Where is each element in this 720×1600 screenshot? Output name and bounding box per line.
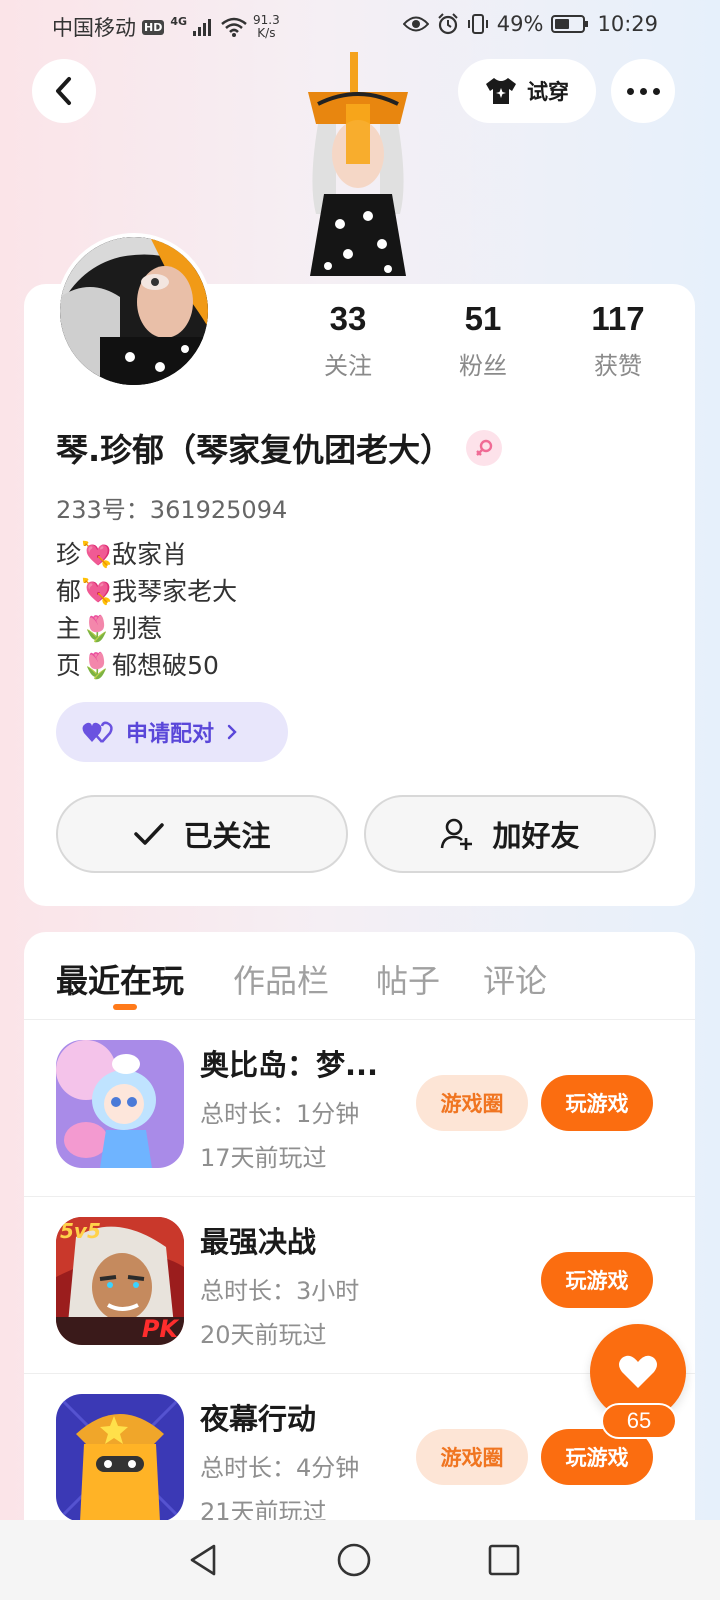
try-on-label: 试穿	[527, 80, 569, 104]
game-last-played: 17天前玩过	[200, 1144, 327, 1172]
tab-bar: 最近在玩 作品栏 帖子 评论	[24, 932, 695, 1020]
network-label: 4G	[170, 14, 188, 28]
game-duration: 总时长：3小时	[200, 1277, 360, 1305]
add-user-icon	[441, 818, 473, 850]
following-button[interactable]: 已关注	[56, 795, 348, 873]
followers-count: 51	[464, 300, 502, 337]
add-friend-button[interactable]: 加好友	[364, 795, 656, 873]
carrier-label: 中国移动	[52, 16, 136, 40]
tab-indicator	[113, 1004, 137, 1010]
net-speed: 91.3 K/s	[253, 13, 280, 40]
following-label: 关注	[324, 352, 372, 380]
following-button-label: 已关注	[183, 819, 271, 853]
game-icon-zuiqiang[interactable]: 5v5 PK	[56, 1217, 184, 1345]
following-count: 33	[329, 300, 367, 337]
game-circle-button[interactable]: 游戏圈	[416, 1075, 528, 1131]
alarm-icon	[438, 13, 458, 35]
avatar[interactable]	[56, 233, 212, 389]
stat-followers[interactable]: 51 粉丝	[423, 300, 543, 381]
vibrate-icon	[467, 14, 488, 34]
recent-games-card: 最近在玩 作品栏 帖子 评论 奥比岛：梦... 总时长：1分钟 17天前玩过 游…	[24, 932, 695, 1600]
check-icon	[134, 823, 165, 845]
hd-badge: HD	[142, 19, 165, 35]
status-bar: 中国移动 HD 4G 91.3 K/s 49% 10:29	[0, 0, 720, 50]
username-text: 琴.珍郁（琴家复仇团老大）	[56, 431, 453, 469]
eye-icon	[402, 16, 429, 32]
add-friend-label: 加好友	[492, 819, 580, 853]
game-icon-yemu[interactable]	[56, 1394, 184, 1522]
recents-square-icon[interactable]	[486, 1542, 522, 1578]
chevron-left-icon	[56, 77, 71, 105]
game-duration: 总时长：1分钟	[200, 1100, 360, 1128]
tab-posts[interactable]: 帖子	[376, 956, 440, 1002]
more-icon	[626, 87, 660, 95]
game-title: 奥比岛：梦...	[200, 1048, 379, 1082]
likes-label: 获赞	[594, 352, 642, 380]
username: 琴.珍郁（琴家复仇团老大）	[56, 425, 503, 471]
play-game-button[interactable]: 玩游戏	[541, 1252, 653, 1308]
game-duration: 总时长：4分钟	[200, 1454, 360, 1482]
tab-comments[interactable]: 评论	[483, 956, 547, 1002]
female-icon	[466, 430, 503, 466]
bio: 珍💘敌家肖 郁💘我琴家老大 主🌷别惹 页🌷郁想破50	[56, 536, 237, 684]
battery-percent: 49%	[496, 12, 544, 36]
back-button[interactable]	[32, 59, 96, 123]
system-nav-bar	[0, 1520, 720, 1600]
character-avatar-full	[288, 44, 428, 284]
clock: 10:29	[597, 12, 658, 36]
tab-works[interactable]: 作品栏	[233, 956, 329, 1002]
bio-line: 郁💘我琴家老大	[56, 577, 238, 606]
battery-icon	[551, 15, 589, 33]
chevron-right-icon	[227, 724, 237, 740]
stat-following[interactable]: 33 关注	[288, 300, 408, 381]
try-on-button[interactable]: 试穿	[458, 59, 596, 123]
game-tag-5v5: 5v5	[60, 1219, 101, 1243]
double-heart-icon	[82, 721, 113, 743]
game-title: 夜幕行动	[200, 1402, 317, 1436]
likes-count: 117	[591, 300, 645, 337]
game-tag-pk: PK	[141, 1315, 178, 1343]
like-count: 65	[601, 1403, 677, 1439]
home-circle-icon[interactable]	[336, 1542, 372, 1578]
game-icon-obi[interactable]	[56, 1040, 184, 1168]
back-triangle-icon[interactable]	[186, 1542, 222, 1578]
game-last-played: 20天前玩过	[200, 1321, 327, 1349]
game-row[interactable]: 奥比岛：梦... 总时长：1分钟 17天前玩过 游戏圈 玩游戏	[24, 1020, 695, 1197]
play-game-button[interactable]: 玩游戏	[541, 1075, 653, 1131]
request-pair-label: 申请配对	[126, 722, 215, 747]
followers-label: 粉丝	[459, 352, 507, 380]
user-id: 233号：361925094	[56, 496, 288, 524]
game-title: 最强决战	[200, 1225, 317, 1259]
more-button[interactable]	[611, 59, 675, 123]
stat-likes[interactable]: 117 获赞	[558, 300, 678, 381]
request-pair-button[interactable]: 申请配对	[56, 702, 288, 762]
tab-recent-playing[interactable]: 最近在玩	[56, 956, 184, 1002]
heart-icon	[619, 1355, 657, 1388]
wifi-icon	[221, 17, 247, 37]
game-circle-button[interactable]: 游戏圈	[416, 1429, 528, 1485]
bio-line: 珍💘敌家肖	[56, 540, 188, 569]
signal-icon	[193, 19, 212, 36]
bio-line: 页🌷郁想破50	[56, 651, 219, 680]
game-row[interactable]: 5v5 PK 最强决战 总时长：3小时 20天前玩过 玩游戏	[24, 1197, 695, 1374]
bio-line: 主🌷别惹	[56, 614, 163, 643]
shirt-icon	[486, 78, 516, 104]
